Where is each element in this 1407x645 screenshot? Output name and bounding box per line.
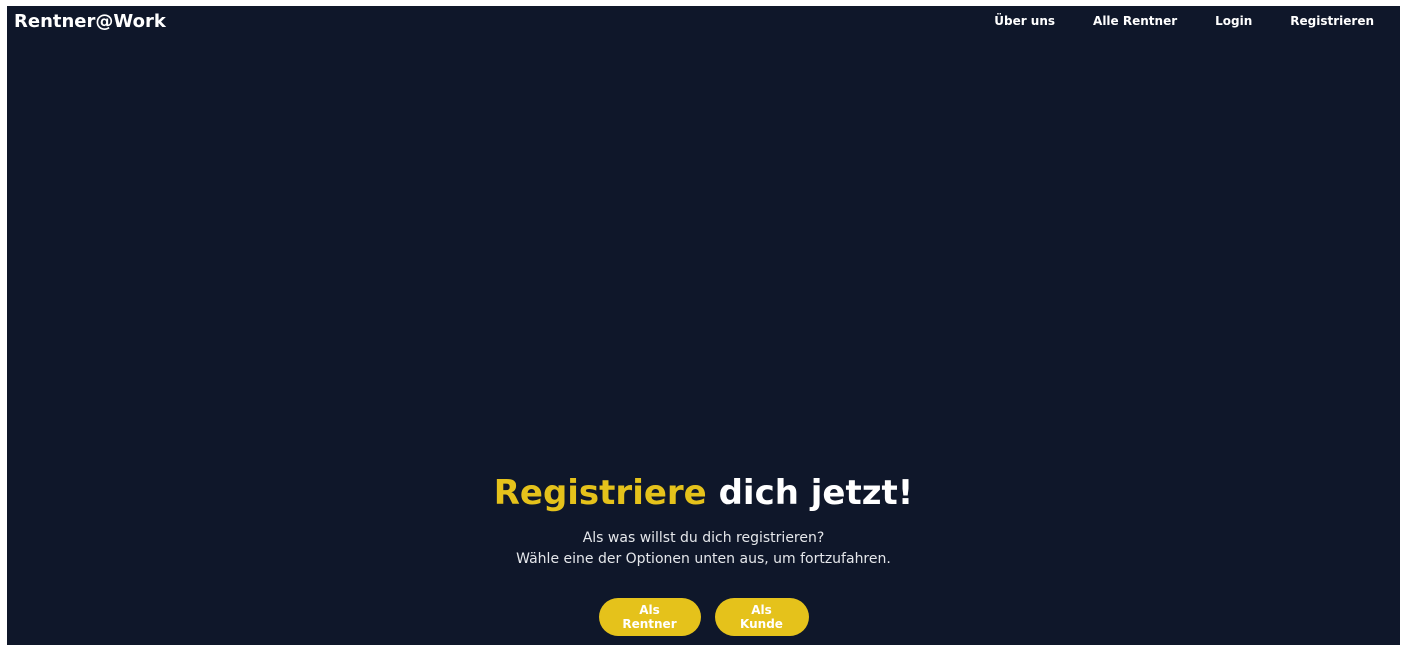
subtext-line-1: Als was willst du dich registrieren? (582, 530, 825, 546)
subtext-line-2: Wähle eine der Optionen unten aus, um fo… (516, 551, 891, 567)
nav-link-ueber-uns[interactable]: Über uns (994, 14, 1055, 28)
brand-logo[interactable]: Rentner@Work (14, 11, 166, 32)
register-as-kunde-button[interactable]: Als Kunde (714, 598, 809, 636)
hero-headline: Registriere dich jetzt! (7, 472, 1400, 514)
nav-link-login[interactable]: Login (1215, 14, 1252, 28)
register-as-rentner-button[interactable]: Als Rentner (598, 598, 701, 636)
headline-accent: Registriere (493, 473, 707, 513)
headline-rest: dich jetzt! (718, 473, 914, 513)
hero-section: Registriere dich jetzt! Als was willst d… (7, 472, 1400, 636)
nav-links: Über uns Alle Rentner Login Registrieren (956, 14, 1374, 28)
nav-link-registrieren[interactable]: Registrieren (1290, 14, 1374, 28)
page-frame: Rentner@Work Über uns Alle Rentner Login… (7, 6, 1400, 645)
option-buttons: Als Rentner Als Kunde (7, 598, 1400, 636)
hero-subtext: Als was willst du dich registrieren? Wäh… (7, 528, 1400, 570)
navbar: Rentner@Work Über uns Alle Rentner Login… (7, 6, 1400, 42)
nav-link-alle-rentner[interactable]: Alle Rentner (1093, 14, 1177, 28)
